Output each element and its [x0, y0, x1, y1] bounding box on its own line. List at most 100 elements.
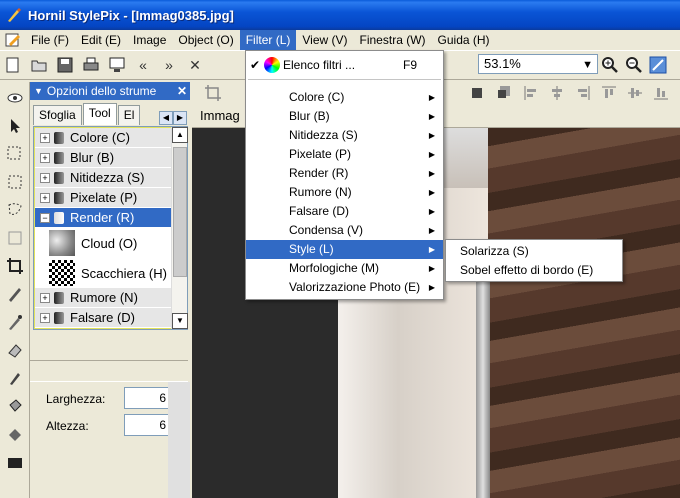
menu-help[interactable]: Guida (H): [432, 30, 496, 50]
zoom-out-icon[interactable]: [623, 54, 645, 76]
align-center-icon[interactable]: [546, 82, 568, 104]
menu-filter[interactable]: Filter (L): [239, 30, 297, 50]
menu-item-sobel[interactable]: Sobel effetto di bordo (E): [446, 261, 622, 280]
zoom-select[interactable]: 53.1% ▼: [478, 54, 598, 74]
tree-item-blur[interactable]: + Blur (B): [35, 148, 171, 168]
menu-item-solarizza[interactable]: Solarizza (S): [446, 242, 622, 261]
menu-item-pixelate[interactable]: Pixelate (P) ▶: [246, 145, 443, 164]
tree-item-pixelate[interactable]: + Pixelate (P): [35, 188, 171, 208]
expand-icon[interactable]: +: [40, 152, 50, 163]
tree-item-render[interactable]: − Render (R): [35, 208, 171, 228]
align-middle-icon[interactable]: [624, 82, 646, 104]
document-tab[interactable]: Immag: [200, 108, 240, 123]
tree-scrollbar[interactable]: ▲ ▼: [171, 127, 188, 329]
collapse-icon[interactable]: −: [40, 212, 50, 223]
frame-icon[interactable]: [3, 226, 27, 250]
close-icon[interactable]: ✕: [177, 82, 187, 100]
filter-tree: + Colore (C) + Blur (B) + Nitidezza (S) + Pi…: [33, 126, 188, 330]
pointer-icon[interactable]: [3, 114, 27, 138]
move-selection-icon[interactable]: [3, 142, 27, 166]
crop-icon[interactable]: [3, 254, 27, 278]
lasso-icon[interactable]: [3, 198, 27, 222]
menu-item-nitidezza[interactable]: Nitidezza (S) ▶: [246, 126, 443, 145]
filter-category-icon: [54, 191, 64, 204]
expand-icon[interactable]: +: [40, 192, 50, 203]
menu-item-label: Morfologiche (M): [289, 261, 380, 275]
tree-child-cloud[interactable]: Cloud (O): [35, 228, 171, 258]
menu-item-valorizzazione-photo[interactable]: Valorizzazione Photo (E) ▶: [246, 278, 443, 297]
forward-icon[interactable]: »: [158, 54, 180, 76]
chevron-left-icon[interactable]: ◀: [159, 111, 173, 125]
eraser-icon[interactable]: [3, 338, 27, 362]
tree-child-label: Cloud (O): [81, 235, 138, 251]
menu-view[interactable]: View (V): [296, 30, 353, 50]
panel-title: Opzioni dello strume: [46, 84, 157, 98]
align-top-icon[interactable]: [598, 82, 620, 104]
menu-image[interactable]: Image: [127, 30, 172, 50]
menu-item-label: Colore (C): [289, 90, 345, 104]
expand-icon[interactable]: +: [40, 132, 50, 143]
tree-item-label: Pixelate (P): [70, 190, 138, 205]
layer-back-icon[interactable]: [494, 82, 516, 104]
expand-icon[interactable]: +: [40, 172, 50, 183]
tree-item-colore[interactable]: + Colore (C): [35, 128, 171, 148]
expand-icon[interactable]: +: [40, 292, 50, 303]
layer-front-icon[interactable]: [468, 82, 490, 104]
monitor-icon[interactable]: [106, 54, 128, 76]
document-icon[interactable]: [5, 32, 21, 48]
fit-window-icon[interactable]: [647, 54, 669, 76]
eye-icon[interactable]: [3, 86, 27, 110]
zoom-in-icon[interactable]: [599, 54, 621, 76]
menu-object[interactable]: Object (O): [172, 30, 239, 50]
menu-item-style[interactable]: Style (L) ▶: [246, 240, 443, 259]
brush-icon[interactable]: [3, 310, 27, 334]
tree-item-falsare[interactable]: + Falsare (D): [35, 308, 171, 328]
submenu-arrow-icon: ▶: [428, 188, 435, 197]
align-left-icon[interactable]: [520, 82, 542, 104]
align-right-icon[interactable]: [572, 82, 594, 104]
menu-item-falsare[interactable]: Falsare (D) ▶: [246, 202, 443, 221]
menu-item-blur[interactable]: Blur (B) ▶: [246, 107, 443, 126]
chevron-down-icon[interactable]: ▼: [34, 82, 43, 100]
rewind-icon[interactable]: «: [132, 54, 154, 76]
panel-scrollbar[interactable]: [168, 382, 190, 498]
width-field[interactable]: 6: [124, 387, 170, 409]
new-file-icon[interactable]: [2, 54, 24, 76]
tab-sfoglia[interactable]: Sfoglia: [33, 105, 82, 125]
rect-select-icon[interactable]: [3, 170, 27, 194]
open-folder-icon[interactable]: [28, 54, 50, 76]
align-bottom-icon[interactable]: [650, 82, 672, 104]
menu-window[interactable]: Finestra (W): [354, 30, 432, 50]
menu-item-label: Render (R): [289, 166, 349, 180]
height-field[interactable]: 6: [124, 414, 170, 436]
menu-item-condensa[interactable]: Condensa (V) ▶: [246, 221, 443, 240]
tree-item-rumore[interactable]: + Rumore (N): [35, 288, 171, 308]
tool-strip: [0, 82, 30, 498]
tab-tool[interactable]: Tool: [82, 103, 117, 125]
tree-item-nitidezza[interactable]: + Nitidezza (S): [35, 168, 171, 188]
clone-stamp-icon[interactable]: [3, 366, 27, 390]
scroll-down-icon[interactable]: ▼: [172, 313, 188, 329]
menu-edit[interactable]: Edit (E): [75, 30, 127, 50]
crop-icon[interactable]: [202, 82, 224, 104]
pencil-icon[interactable]: [3, 282, 27, 306]
bucket-icon[interactable]: [3, 394, 27, 418]
chevron-right-icon[interactable]: ▶: [173, 111, 187, 125]
print-icon[interactable]: [80, 54, 102, 76]
tree-child-scacchiera[interactable]: Scacchiera (H): [35, 258, 171, 288]
menu-item-filter-list[interactable]: ✔ Elenco filtri ... F9: [246, 54, 443, 76]
close-x-icon[interactable]: ✕: [184, 54, 206, 76]
scroll-thumb[interactable]: [173, 147, 187, 277]
menu-item-colore[interactable]: Colore (C) ▶: [246, 88, 443, 107]
menu-item-render[interactable]: Render (R) ▶: [246, 164, 443, 183]
save-icon[interactable]: [54, 54, 76, 76]
fill-icon[interactable]: [3, 422, 27, 446]
menu-item-morfologiche[interactable]: Morfologiche (M) ▶: [246, 259, 443, 278]
expand-icon[interactable]: +: [40, 312, 50, 323]
tab-el[interactable]: El: [117, 105, 141, 125]
color-swatch-icon[interactable]: [3, 450, 27, 474]
menu-file[interactable]: File (F): [25, 30, 75, 50]
menu-item-rumore[interactable]: Rumore (N) ▶: [246, 183, 443, 202]
panel-tabs: Sfoglia Tool El ◀ ▶: [30, 103, 190, 125]
scroll-up-icon[interactable]: ▲: [172, 127, 188, 143]
